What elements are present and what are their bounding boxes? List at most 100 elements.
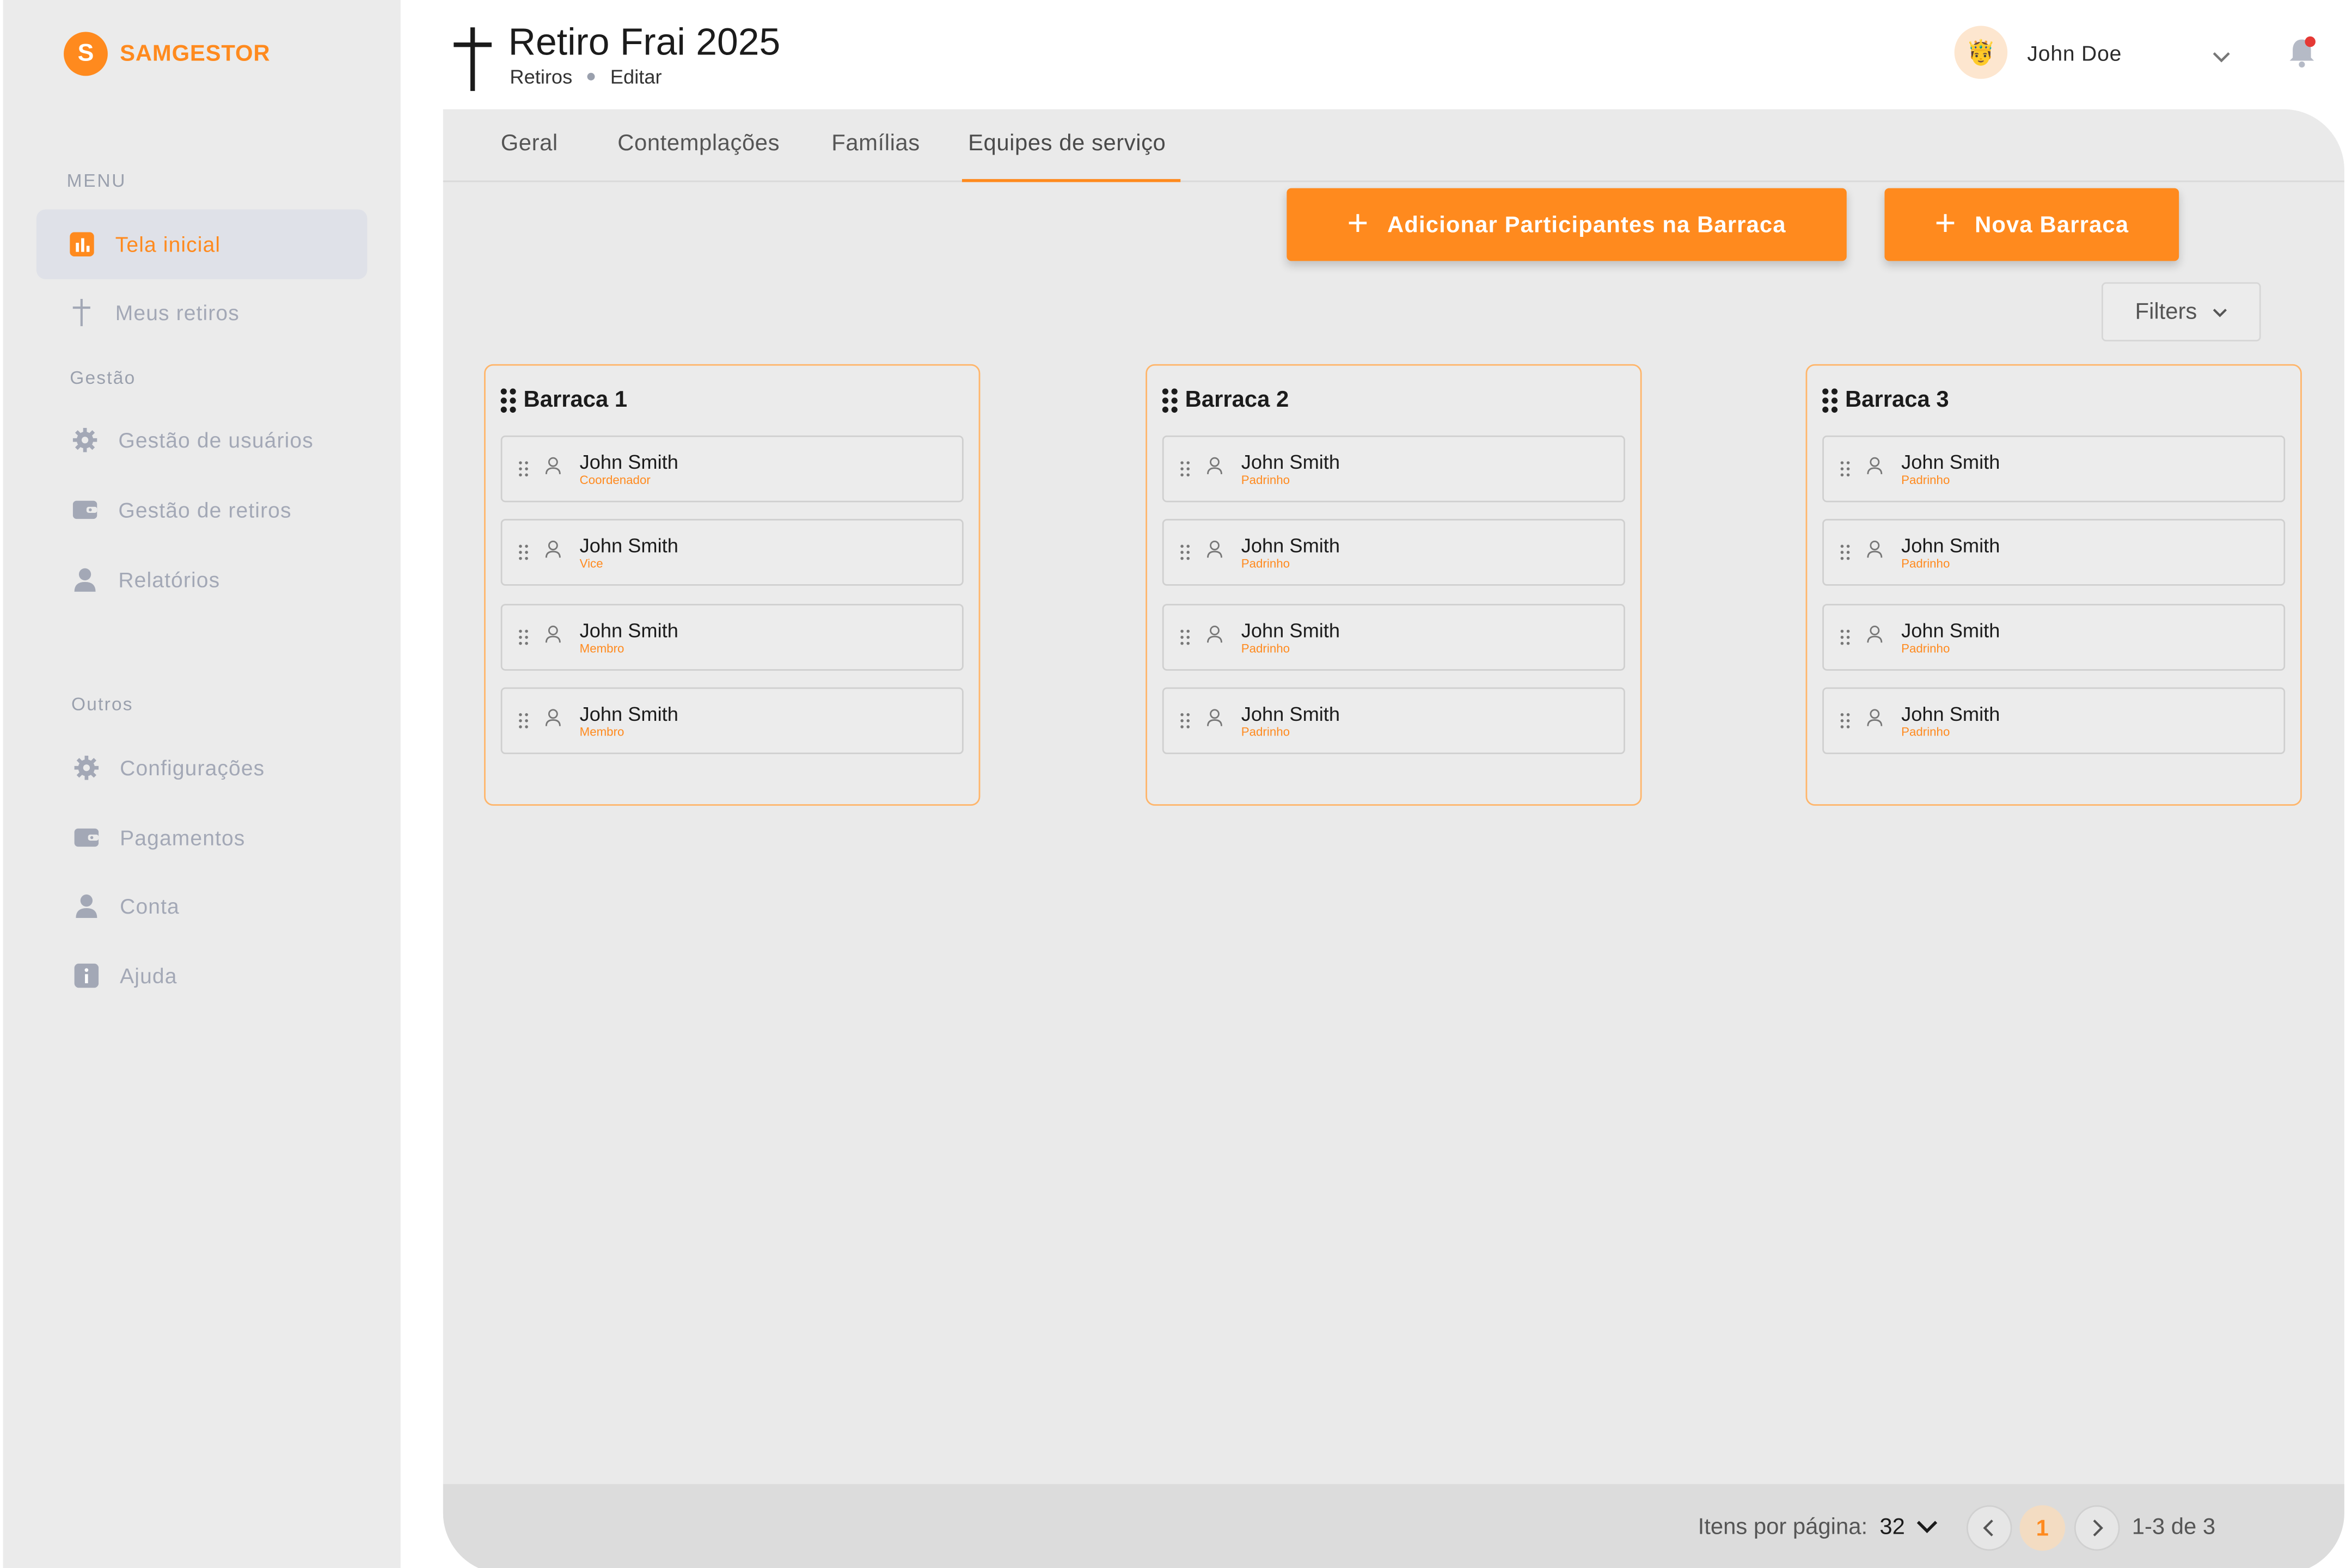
sidebar-item-label: Conta — [120, 893, 180, 918]
user-icon — [75, 894, 99, 918]
member-name: John Smith — [1901, 450, 2000, 473]
drag-handle-icon[interactable] — [1162, 388, 1178, 412]
gear-icon — [72, 427, 97, 452]
tent-member-row[interactable]: John Smith Membro — [500, 687, 964, 755]
drag-handle-icon[interactable] — [1840, 713, 1850, 728]
sidebar-item-label: Pagamentos — [120, 825, 246, 850]
cross-icon — [452, 27, 495, 99]
drag-handle-icon[interactable] — [1840, 461, 1850, 477]
sidebar-item-conta[interactable]: Conta — [36, 871, 367, 941]
active-tab-indicator — [961, 179, 1181, 182]
app-root: S SAMGESTOR MENU Tela inicial Meus retir… — [0, 0, 2352, 1568]
member-info: John Smith Padrinho — [1241, 534, 1340, 570]
sidebar-item-gestao-usuarios[interactable]: Gestão de usuários — [36, 405, 367, 475]
tab-familias[interactable]: Famílias — [831, 131, 920, 156]
chevron-down-icon[interactable] — [2211, 46, 2232, 73]
tent-member-row[interactable]: John Smith Padrinho — [1162, 519, 1625, 586]
tent-member-row[interactable]: John Smith Padrinho — [1162, 435, 1625, 503]
cross-icon — [70, 299, 94, 327]
member-info: John Smith Membro — [580, 702, 678, 738]
drag-handle-icon[interactable] — [519, 629, 528, 645]
chevron-left-icon — [1983, 1520, 1993, 1536]
member-info: John Smith Padrinho — [1901, 619, 2000, 654]
tent-card[interactable]: Barraca 1 John Smith Coordenador John Smith… — [484, 364, 981, 806]
items-per-page-select[interactable]: 32 — [1879, 1514, 1905, 1540]
tent-member-row[interactable]: John Smith Padrinho — [1822, 435, 2286, 503]
tent-member-row[interactable]: John Smith Padrinho — [1822, 519, 2286, 586]
add-participants-button[interactable]: + Adicionar Participantes na Barraca — [1287, 188, 1847, 261]
drag-handle-icon[interactable] — [1180, 629, 1190, 645]
member-info: John Smith Vice — [579, 533, 678, 569]
tent-card[interactable]: Barraca 2 John Smith Padrinho John Smith Pad… — [1146, 364, 1642, 806]
wallet-icon — [72, 498, 97, 522]
sidebar-item-gestao-retiros[interactable]: Gestão de retiros — [36, 475, 367, 544]
member-role: Padrinho — [1901, 724, 1950, 738]
tab-equipes-de-servico[interactable]: Equipes de serviço — [968, 131, 1166, 156]
member-info: John Smith Membro — [579, 619, 678, 655]
sidebar-item-relatorios[interactable]: Relatórios — [36, 545, 367, 615]
member-info: John Smith Padrinho — [1901, 534, 2000, 569]
breadcrumb-separator — [587, 72, 596, 81]
sidebar-item-configuracoes[interactable]: Configurações — [36, 733, 367, 803]
tent-name: Barraca 3 — [1845, 387, 1949, 413]
prev-page-button[interactable] — [1966, 1505, 2012, 1551]
drag-handle-icon[interactable] — [519, 544, 528, 560]
chevron-right-icon — [2093, 1520, 2103, 1536]
member-role: Padrinho — [1241, 556, 1290, 570]
drag-handle-icon[interactable] — [1180, 461, 1190, 477]
drag-handle-icon[interactable] — [1822, 388, 1838, 412]
page-button-current[interactable]: 1 — [2019, 1505, 2066, 1551]
breadcrumb-retiros[interactable]: Retiros — [510, 65, 572, 88]
drag-handle-icon[interactable] — [1840, 629, 1850, 645]
chevron-down-icon[interactable] — [1917, 1514, 1938, 1540]
user-outline-icon — [545, 707, 562, 734]
drag-handle-icon[interactable] — [1180, 713, 1190, 728]
tent-member-row[interactable]: John Smith Padrinho — [1822, 687, 2286, 755]
sidebar-item-label: Ajuda — [120, 963, 177, 988]
add-participants-label: Adicionar Participantes na Barraca — [1387, 211, 1786, 238]
member-name: John Smith — [579, 533, 678, 556]
user-outline-icon — [1206, 623, 1223, 651]
drag-handle-icon[interactable] — [500, 388, 516, 412]
user-name: John Doe — [2027, 40, 2122, 65]
tent-member-row[interactable]: John Smith Vice — [500, 519, 964, 586]
tent-member-row[interactable]: John Smith Coordenador — [500, 435, 964, 503]
new-tent-button[interactable]: + Nova Barraca — [1884, 188, 2179, 261]
page-title: Retiro Frai 2025 — [508, 21, 781, 64]
tent-name: Barraca 1 — [523, 387, 628, 413]
info-icon — [74, 963, 99, 988]
drag-handle-icon[interactable] — [1840, 544, 1850, 560]
brand[interactable]: S SAMGESTOR — [64, 32, 270, 76]
member-name: John Smith — [1901, 701, 2000, 725]
user-outline-icon — [545, 455, 562, 482]
filters-dropdown[interactable]: Filters — [2101, 282, 2261, 342]
page-range: 1-3 de 3 — [2132, 1514, 2216, 1540]
user-outline-icon — [1866, 455, 1883, 482]
drag-handle-icon[interactable] — [1180, 544, 1190, 560]
menu-section-label: MENU — [66, 170, 127, 192]
outros-section-label: Outros — [71, 693, 133, 715]
next-page-button[interactable] — [2074, 1505, 2120, 1551]
tent-member-row[interactable]: John Smith Padrinho — [1162, 604, 1625, 671]
member-info: John Smith Padrinho — [1901, 451, 2000, 486]
drag-handle-icon[interactable] — [519, 461, 528, 477]
tent-member-row[interactable]: John Smith Padrinho — [1822, 604, 2286, 671]
member-role: Membro — [579, 641, 624, 655]
user-outline-icon — [1206, 707, 1223, 734]
sidebar-item-label: Meus retiros — [115, 300, 240, 325]
avatar: 🤴 — [1954, 26, 2008, 79]
user-outline-icon — [1866, 538, 1883, 566]
tab-geral[interactable]: Geral — [501, 131, 558, 156]
tent-member-row[interactable]: John Smith Padrinho — [1162, 687, 1625, 755]
sidebar-item-pagamentos[interactable]: Pagamentos — [36, 803, 367, 872]
sidebar-item-tela-inicial[interactable]: Tela inicial — [36, 209, 367, 279]
tab-contemplacoes[interactable]: Contemplações — [617, 131, 780, 156]
member-role: Padrinho — [1901, 473, 1950, 487]
tent-card[interactable]: Barraca 3 John Smith Padrinho John Smith Pad… — [1805, 364, 2302, 806]
user-menu[interactable]: 🤴 John Doe — [1954, 26, 2122, 79]
sidebar-item-meus-retiros[interactable]: Meus retiros — [36, 278, 367, 347]
tent-name: Barraca 2 — [1185, 387, 1289, 413]
drag-handle-icon[interactable] — [519, 713, 528, 728]
tent-member-row[interactable]: John Smith Membro — [500, 604, 964, 671]
sidebar-item-ajuda[interactable]: Ajuda — [36, 941, 367, 1010]
